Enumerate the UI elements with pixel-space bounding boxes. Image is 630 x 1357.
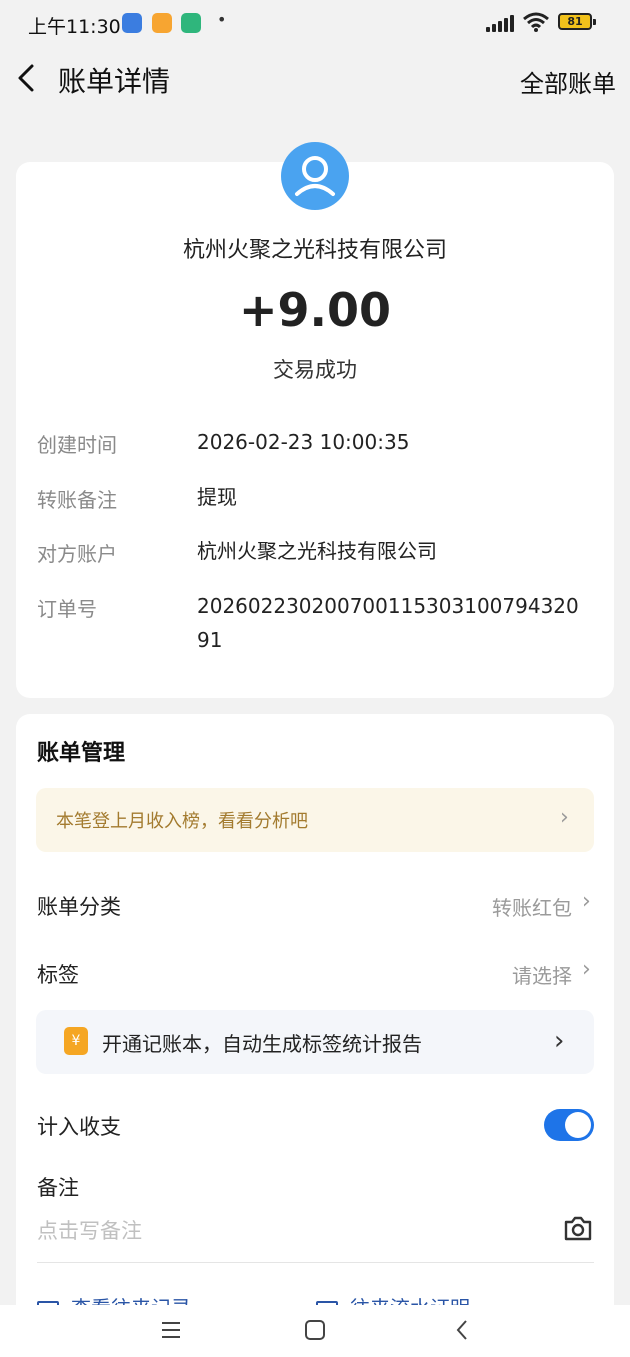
status-bar: 上午11:30 • 81	[0, 0, 630, 46]
battery-icon: 81	[558, 13, 592, 30]
ledger-banner[interactable]: ¥ 开通记账本，自动生成标签统计报告 ›	[36, 1010, 594, 1074]
camera-icon[interactable]	[562, 1213, 594, 1243]
status-time: 上午11:30	[28, 16, 121, 38]
transaction-amount: +9.00	[238, 283, 392, 337]
divider	[37, 1262, 594, 1263]
all-bills-link[interactable]: 全部账单	[520, 64, 616, 99]
detail-value-created: 2026-02-23 10:00:35	[197, 430, 410, 454]
more-notifications-icon: •	[217, 10, 227, 29]
tag-label: 标签	[37, 963, 79, 987]
chevron-right-icon[interactable]: ›	[582, 889, 591, 914]
note-label: 备注	[37, 1176, 79, 1200]
battery-cap	[593, 19, 596, 25]
detail-label-created: 创建时间	[37, 433, 117, 457]
ledger-icon: ¥	[64, 1027, 88, 1055]
wifi-icon	[523, 12, 549, 32]
count-in-balance-toggle[interactable]	[544, 1109, 594, 1141]
back-nav-icon[interactable]	[452, 1319, 474, 1341]
detail-value-account: 杭州火聚之光科技有限公司	[197, 539, 437, 563]
user-icon	[295, 156, 335, 196]
ledger-banner-text: 开通记账本，自动生成标签统计报告	[102, 1032, 422, 1056]
app-notification-icon	[122, 13, 142, 33]
chevron-right-icon[interactable]: ›	[582, 957, 591, 982]
page-title: 账单详情	[58, 65, 171, 98]
avatar	[281, 142, 349, 210]
system-navigation-bar	[0, 1305, 630, 1357]
nav-bar: 账单详情 全部账单	[0, 50, 630, 108]
chevron-right-icon: ›	[554, 1026, 565, 1056]
section-title: 账单管理	[37, 741, 126, 766]
detail-label-remark: 转账备注	[37, 488, 117, 512]
income-ranking-banner[interactable]: 本笔登上月收入榜，看看分析吧 ›	[36, 788, 594, 852]
app-notification-icon	[152, 13, 172, 33]
chevron-right-icon: ›	[560, 805, 569, 830]
shield-icon	[181, 13, 201, 33]
detail-label-account: 对方账户	[37, 542, 117, 566]
tag-value[interactable]: 请选择	[512, 960, 572, 989]
menu-icon[interactable]	[160, 1319, 182, 1341]
signal-icon	[486, 14, 516, 32]
category-value[interactable]: 转账红包	[492, 892, 572, 921]
count-in-balance-label: 计入收支	[37, 1115, 121, 1139]
detail-value-order: 20260223020070011530310079432091	[197, 594, 579, 652]
back-button[interactable]	[10, 58, 46, 98]
note-input[interactable]: 点击写备注	[37, 1215, 142, 1245]
home-icon[interactable]	[304, 1319, 326, 1341]
toggle-knob	[565, 1112, 591, 1138]
income-ranking-text: 本笔登上月收入榜，看看分析吧	[56, 811, 308, 832]
transaction-status: 交易成功	[273, 358, 357, 382]
merchant-name: 杭州火聚之光科技有限公司	[182, 238, 447, 263]
category-label: 账单分类	[37, 895, 121, 919]
detail-value-remark: 提现	[197, 485, 237, 509]
detail-label-order: 订单号	[37, 597, 97, 621]
battery-level: 81	[567, 15, 583, 28]
